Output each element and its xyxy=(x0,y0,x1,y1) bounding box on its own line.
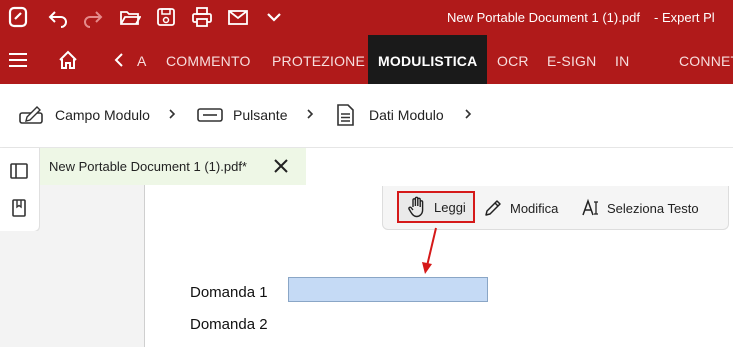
left-pane-strip xyxy=(40,185,145,231)
app-logo-icon[interactable] xyxy=(8,6,30,28)
form-field-label: Campo Modulo xyxy=(55,107,150,123)
select-text-label: Seleziona Testo xyxy=(607,200,699,216)
panel-toggle-icon[interactable] xyxy=(9,161,29,181)
form-data-label: Dati Modulo xyxy=(369,107,444,123)
pencil-icon xyxy=(485,200,501,216)
form-data-button[interactable]: Dati Modulo xyxy=(335,102,444,128)
left-pane xyxy=(0,231,145,347)
annotation-arrow xyxy=(422,227,437,274)
question-1-label: Domanda 1 xyxy=(190,284,268,301)
home-icon[interactable] xyxy=(57,49,79,71)
read-mode-button[interactable]: Leggi xyxy=(397,191,475,223)
edit-mode-label: Modifica xyxy=(510,200,559,216)
save-icon[interactable] xyxy=(155,6,177,28)
select-text-button[interactable]: Seleziona Testo xyxy=(581,194,699,222)
form-field-icon xyxy=(19,106,43,124)
form-data-icon xyxy=(337,104,354,126)
open-folder-icon[interactable] xyxy=(119,6,141,28)
button-field-button[interactable]: Pulsante xyxy=(197,102,287,128)
tab-a[interactable]: A xyxy=(137,35,147,84)
button-field-label: Pulsante xyxy=(233,107,288,123)
chevron-down-icon[interactable] xyxy=(263,6,285,28)
read-mode-label: Leggi xyxy=(434,199,466,215)
bookmark-icon[interactable] xyxy=(9,198,29,218)
scroll-left-icon[interactable] xyxy=(113,52,125,68)
chevron-right-icon xyxy=(307,109,314,119)
tab-ocr[interactable]: OCR xyxy=(497,35,529,84)
page-edge xyxy=(144,185,145,347)
app-title: - Expert Pl xyxy=(654,10,715,25)
mail-icon[interactable] xyxy=(227,6,249,28)
chevron-right-icon xyxy=(169,109,176,119)
ribbon-tabs: A COMMENTO PROTEZIONE MODULISTICA OCR E-… xyxy=(0,35,733,84)
question-2-label: Domanda 2 xyxy=(190,316,268,333)
tab-commento[interactable]: COMMENTO xyxy=(166,35,251,84)
document-tab[interactable]: New Portable Document 1 (1).pdf* xyxy=(40,148,306,185)
tab-protezione[interactable]: PROTEZIONE xyxy=(272,35,365,84)
chevron-right-icon xyxy=(465,109,472,119)
question-1-text-field[interactable] xyxy=(288,277,488,302)
mode-toolbar: Leggi Modifica Seleziona Testo xyxy=(382,186,729,230)
print-icon[interactable] xyxy=(191,6,213,28)
document-tab-label: New Portable Document 1 (1).pdf* xyxy=(49,159,247,174)
redo-icon[interactable] xyxy=(82,6,104,28)
left-rail xyxy=(0,148,40,232)
select-text-icon xyxy=(582,198,598,216)
modulistica-toolbar: Campo Modulo Pulsante Dati Modulo xyxy=(0,84,733,148)
button-icon xyxy=(197,108,223,122)
close-icon[interactable] xyxy=(273,158,289,174)
tab-modulistica[interactable]: MODULISTICA xyxy=(368,35,488,84)
tab-e-sign[interactable]: E-SIGN xyxy=(547,35,596,84)
window-title: New Portable Document 1 (1).pdf xyxy=(447,10,640,25)
hamburger-menu-icon[interactable] xyxy=(8,51,28,69)
tab-connett[interactable]: CONNETT xyxy=(679,35,733,84)
hand-icon xyxy=(408,196,424,218)
edit-mode-button[interactable]: Modifica xyxy=(483,194,558,222)
undo-icon[interactable] xyxy=(47,6,69,28)
title-bar: New Portable Document 1 (1).pdf - Expert… xyxy=(0,0,733,35)
tab-in[interactable]: IN xyxy=(615,35,629,84)
form-field-button[interactable]: Campo Modulo xyxy=(19,102,150,128)
